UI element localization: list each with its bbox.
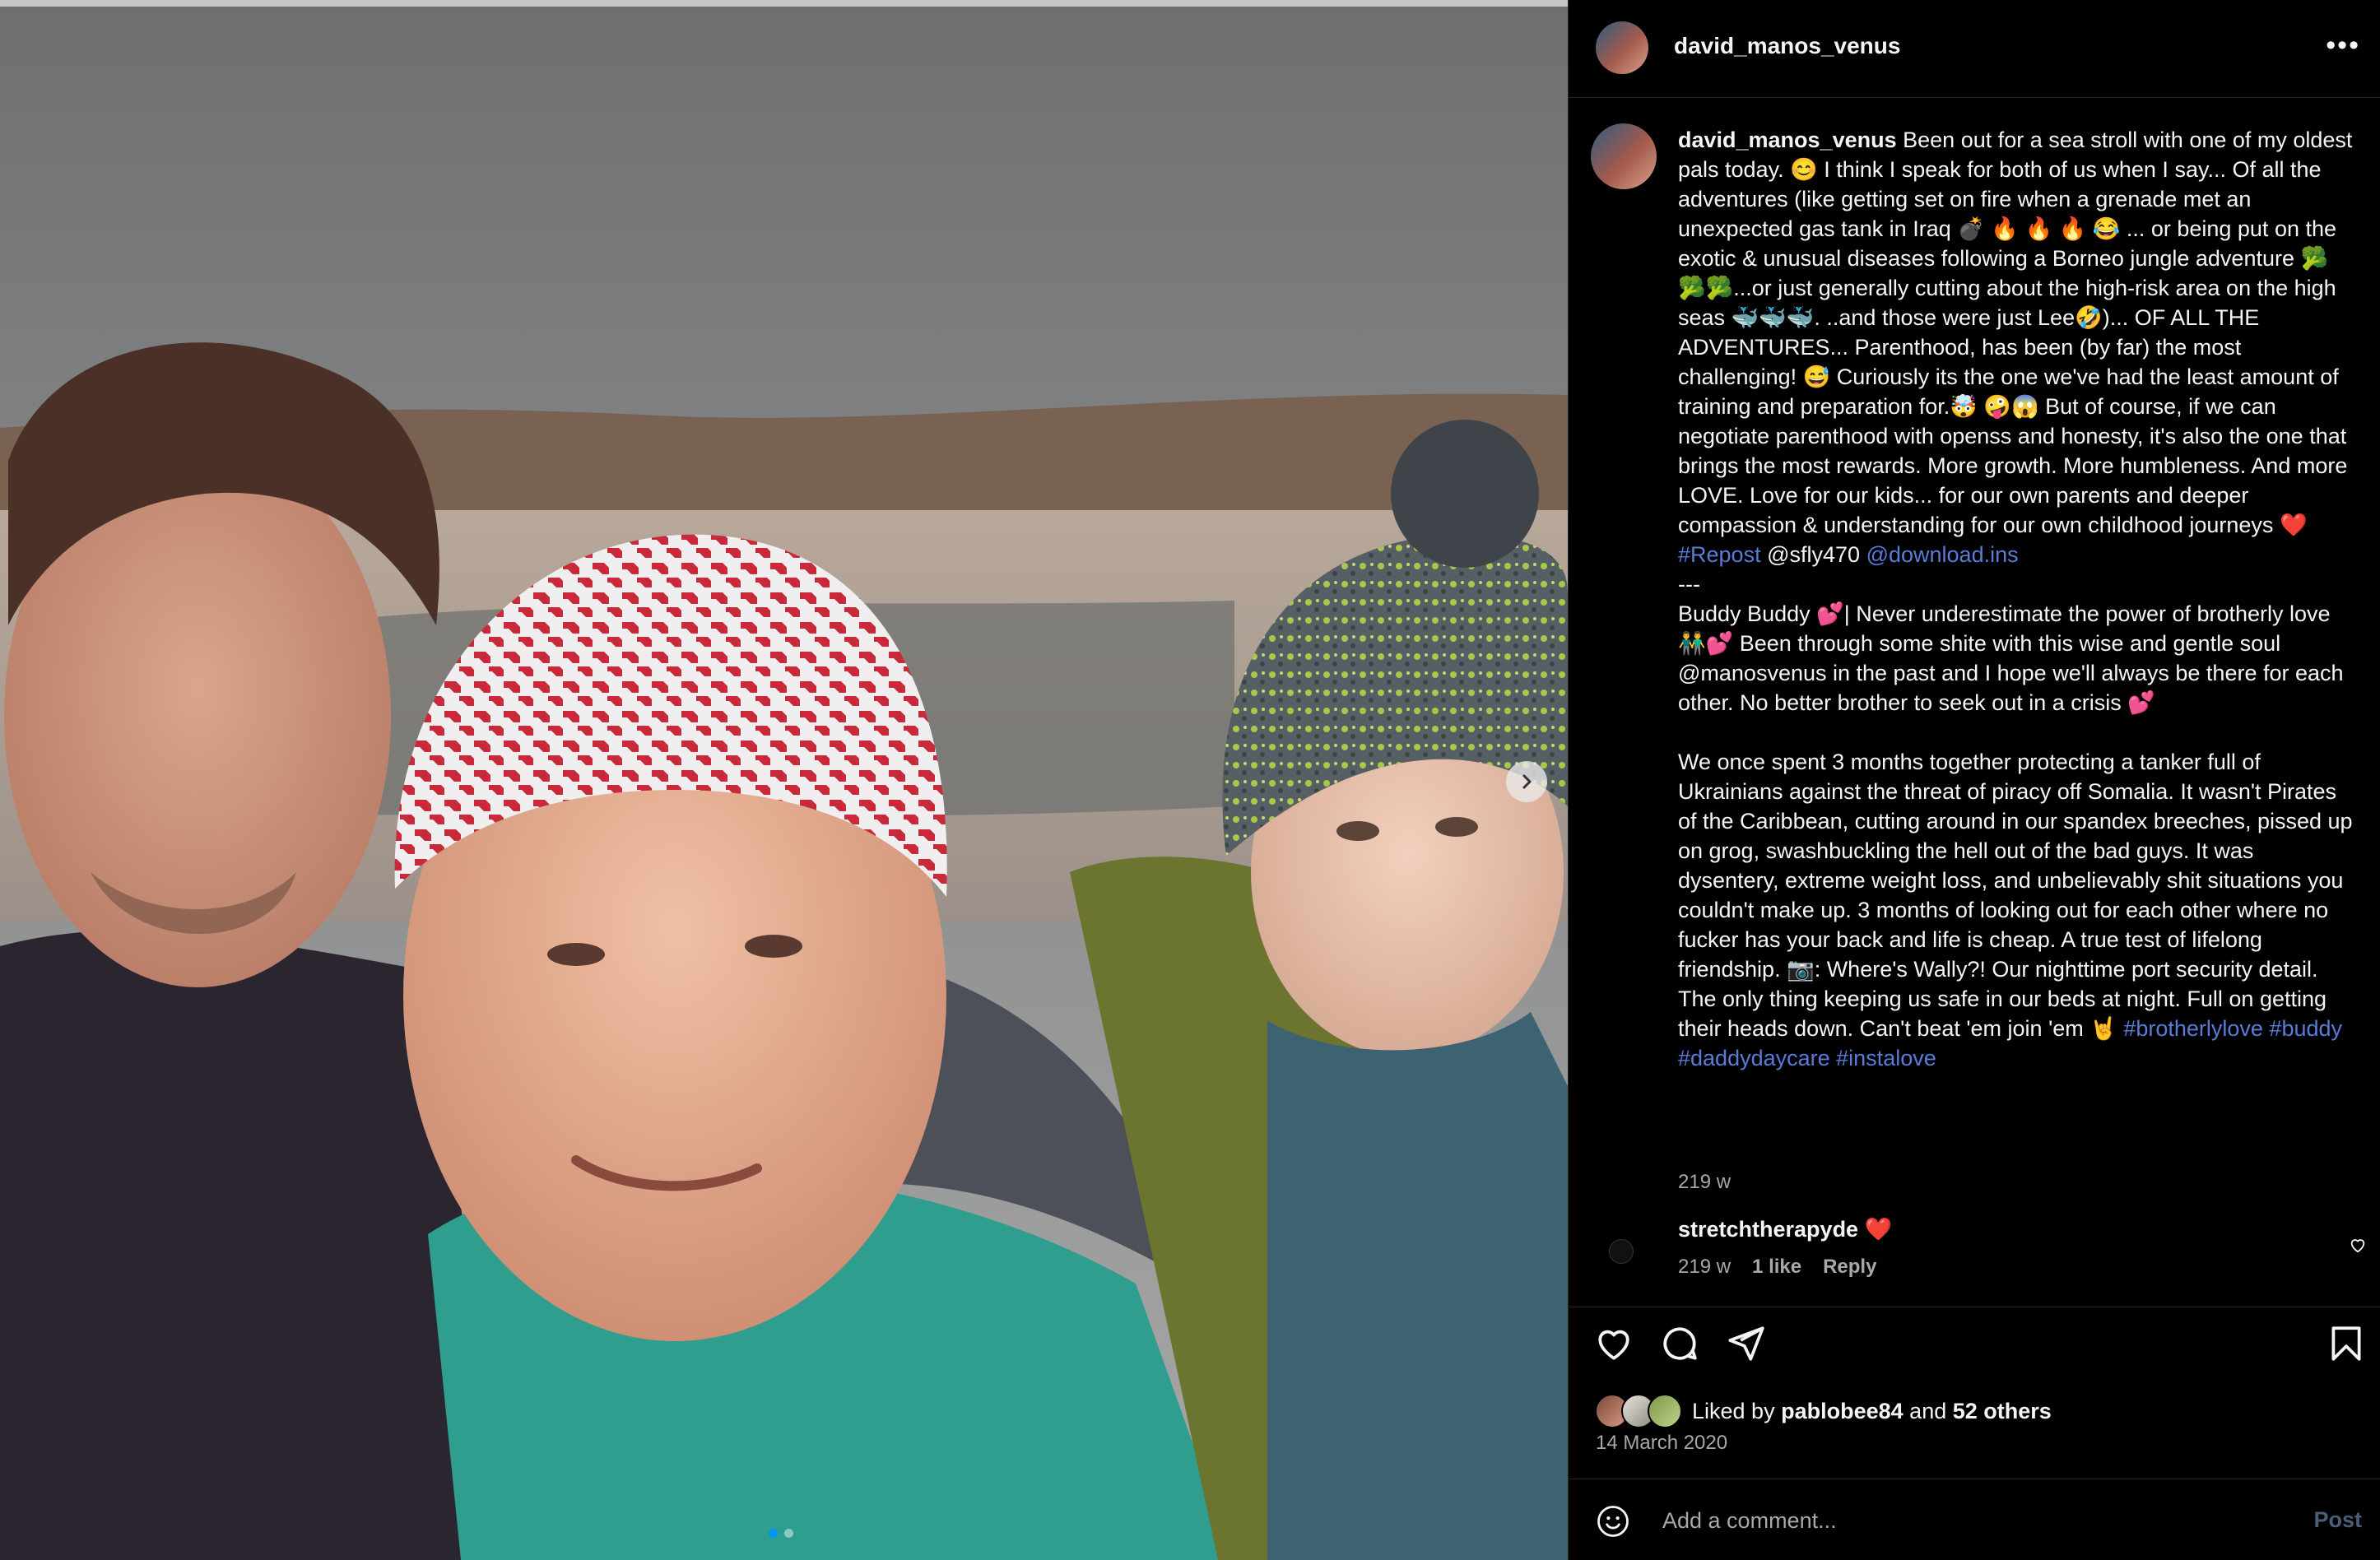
more-options-icon[interactable]: ••• bbox=[2326, 31, 2360, 59]
share-button[interactable] bbox=[1725, 1323, 1766, 1368]
emoji-picker-button[interactable] bbox=[1596, 1504, 1630, 1543]
liker-avatars[interactable] bbox=[1595, 1394, 1682, 1428]
comments-section[interactable]: david_manos_venus Been out for a sea str… bbox=[1569, 97, 2380, 1307]
share-plane-icon bbox=[1728, 1326, 1764, 1361]
comment-like-count[interactable]: 1 like bbox=[1752, 1256, 1801, 1279]
hashtag-daddydaycare[interactable]: #daddydaycare bbox=[1678, 1046, 1830, 1070]
add-comment-input[interactable] bbox=[1661, 1503, 2240, 1538]
save-button[interactable] bbox=[2326, 1323, 2367, 1368]
post-comment-button[interactable]: Post bbox=[2313, 1507, 2362, 1533]
likes-summary: Liked by pablobee84 and 52 others bbox=[1595, 1392, 2052, 1430]
author-avatar[interactable] bbox=[1596, 21, 1648, 74]
liked-by-and: and bbox=[1909, 1398, 1947, 1423]
post-date[interactable]: 14 March 2020 bbox=[1596, 1432, 1727, 1455]
hashtag-repost[interactable]: #Repost bbox=[1678, 542, 1761, 567]
chevron-right-icon bbox=[1522, 774, 1532, 789]
carousel-indicator bbox=[769, 1529, 793, 1538]
comment-meta: 219 w 1 like Reply bbox=[1678, 1256, 1876, 1279]
comment-item: stretchtherapyde ❤️ 219 w 1 like Reply bbox=[1569, 1214, 2380, 1305]
caption-timestamp[interactable]: 219 w bbox=[1678, 1171, 1731, 1194]
caption-separator: --- bbox=[1678, 572, 1700, 597]
hashtag-instalove[interactable]: #instalove bbox=[1836, 1046, 1936, 1070]
commenter-username[interactable]: stretchtherapyde bbox=[1678, 1217, 1858, 1242]
post-actions-bar bbox=[1569, 1323, 2380, 1376]
next-slide-button[interactable] bbox=[1506, 761, 1547, 802]
liked-by-others[interactable]: 52 others bbox=[1953, 1399, 2052, 1424]
caption-text-part-3: We once spent 3 months together protecti… bbox=[1678, 750, 2353, 1041]
selfie-photo-illustration bbox=[0, 0, 1568, 1560]
post-side-panel: david_manos_venus ••• david_manos_venus … bbox=[1568, 0, 2380, 1560]
caption-text-part-2: Buddy Buddy 💕| Never underestimate the p… bbox=[1678, 601, 2344, 715]
commenter-avatar[interactable] bbox=[1609, 1239, 1634, 1264]
comment-text: ❤️ bbox=[1864, 1217, 1893, 1242]
liker-avatar-3 bbox=[1648, 1394, 1682, 1428]
comment-bubble-icon bbox=[1663, 1327, 1697, 1360]
hashtag-buddy[interactable]: #buddy bbox=[2269, 1016, 2342, 1041]
heart-icon bbox=[1598, 1330, 1629, 1360]
comment-like-heart-icon[interactable] bbox=[2349, 1236, 2367, 1258]
comment-body: stretchtherapyde ❤️ bbox=[1678, 1214, 1892, 1244]
heart-outline-icon bbox=[2350, 1239, 2365, 1253]
like-button[interactable] bbox=[1593, 1323, 1634, 1368]
mention-download[interactable]: @download.ins bbox=[1866, 542, 2019, 567]
caption-username[interactable]: david_manos_venus bbox=[1678, 128, 1897, 152]
author-username[interactable]: david_manos_venus bbox=[1674, 33, 1900, 59]
post-caption: david_manos_venus Been out for a sea str… bbox=[1678, 125, 2354, 1073]
post-header: david_manos_venus ••• bbox=[1569, 0, 2380, 98]
liked-by-user[interactable]: pablobee84 bbox=[1781, 1399, 1904, 1424]
add-comment-bar: Post bbox=[1569, 1479, 2380, 1560]
bookmark-icon bbox=[2331, 1326, 2361, 1361]
carousel-dot-2 bbox=[784, 1529, 793, 1538]
emoji-smiley-icon bbox=[1597, 1506, 1629, 1537]
carousel-dot-1 bbox=[769, 1529, 778, 1538]
post-photo[interactable] bbox=[0, 0, 1568, 1560]
comment-timestamp[interactable]: 219 w bbox=[1678, 1256, 1731, 1279]
caption-text-part-1: Been out for a sea stroll with one of my… bbox=[1678, 128, 2353, 537]
comment-button[interactable] bbox=[1659, 1323, 1700, 1368]
caption-author-avatar[interactable] bbox=[1591, 123, 1657, 189]
liked-by-prefix: Liked by bbox=[1692, 1398, 1775, 1423]
mention-sfly[interactable]: @sfly470 bbox=[1767, 542, 1860, 567]
comment-reply-button[interactable]: Reply bbox=[1823, 1256, 1876, 1279]
hashtag-brotherlylove[interactable]: #brotherlylove bbox=[2123, 1016, 2263, 1041]
